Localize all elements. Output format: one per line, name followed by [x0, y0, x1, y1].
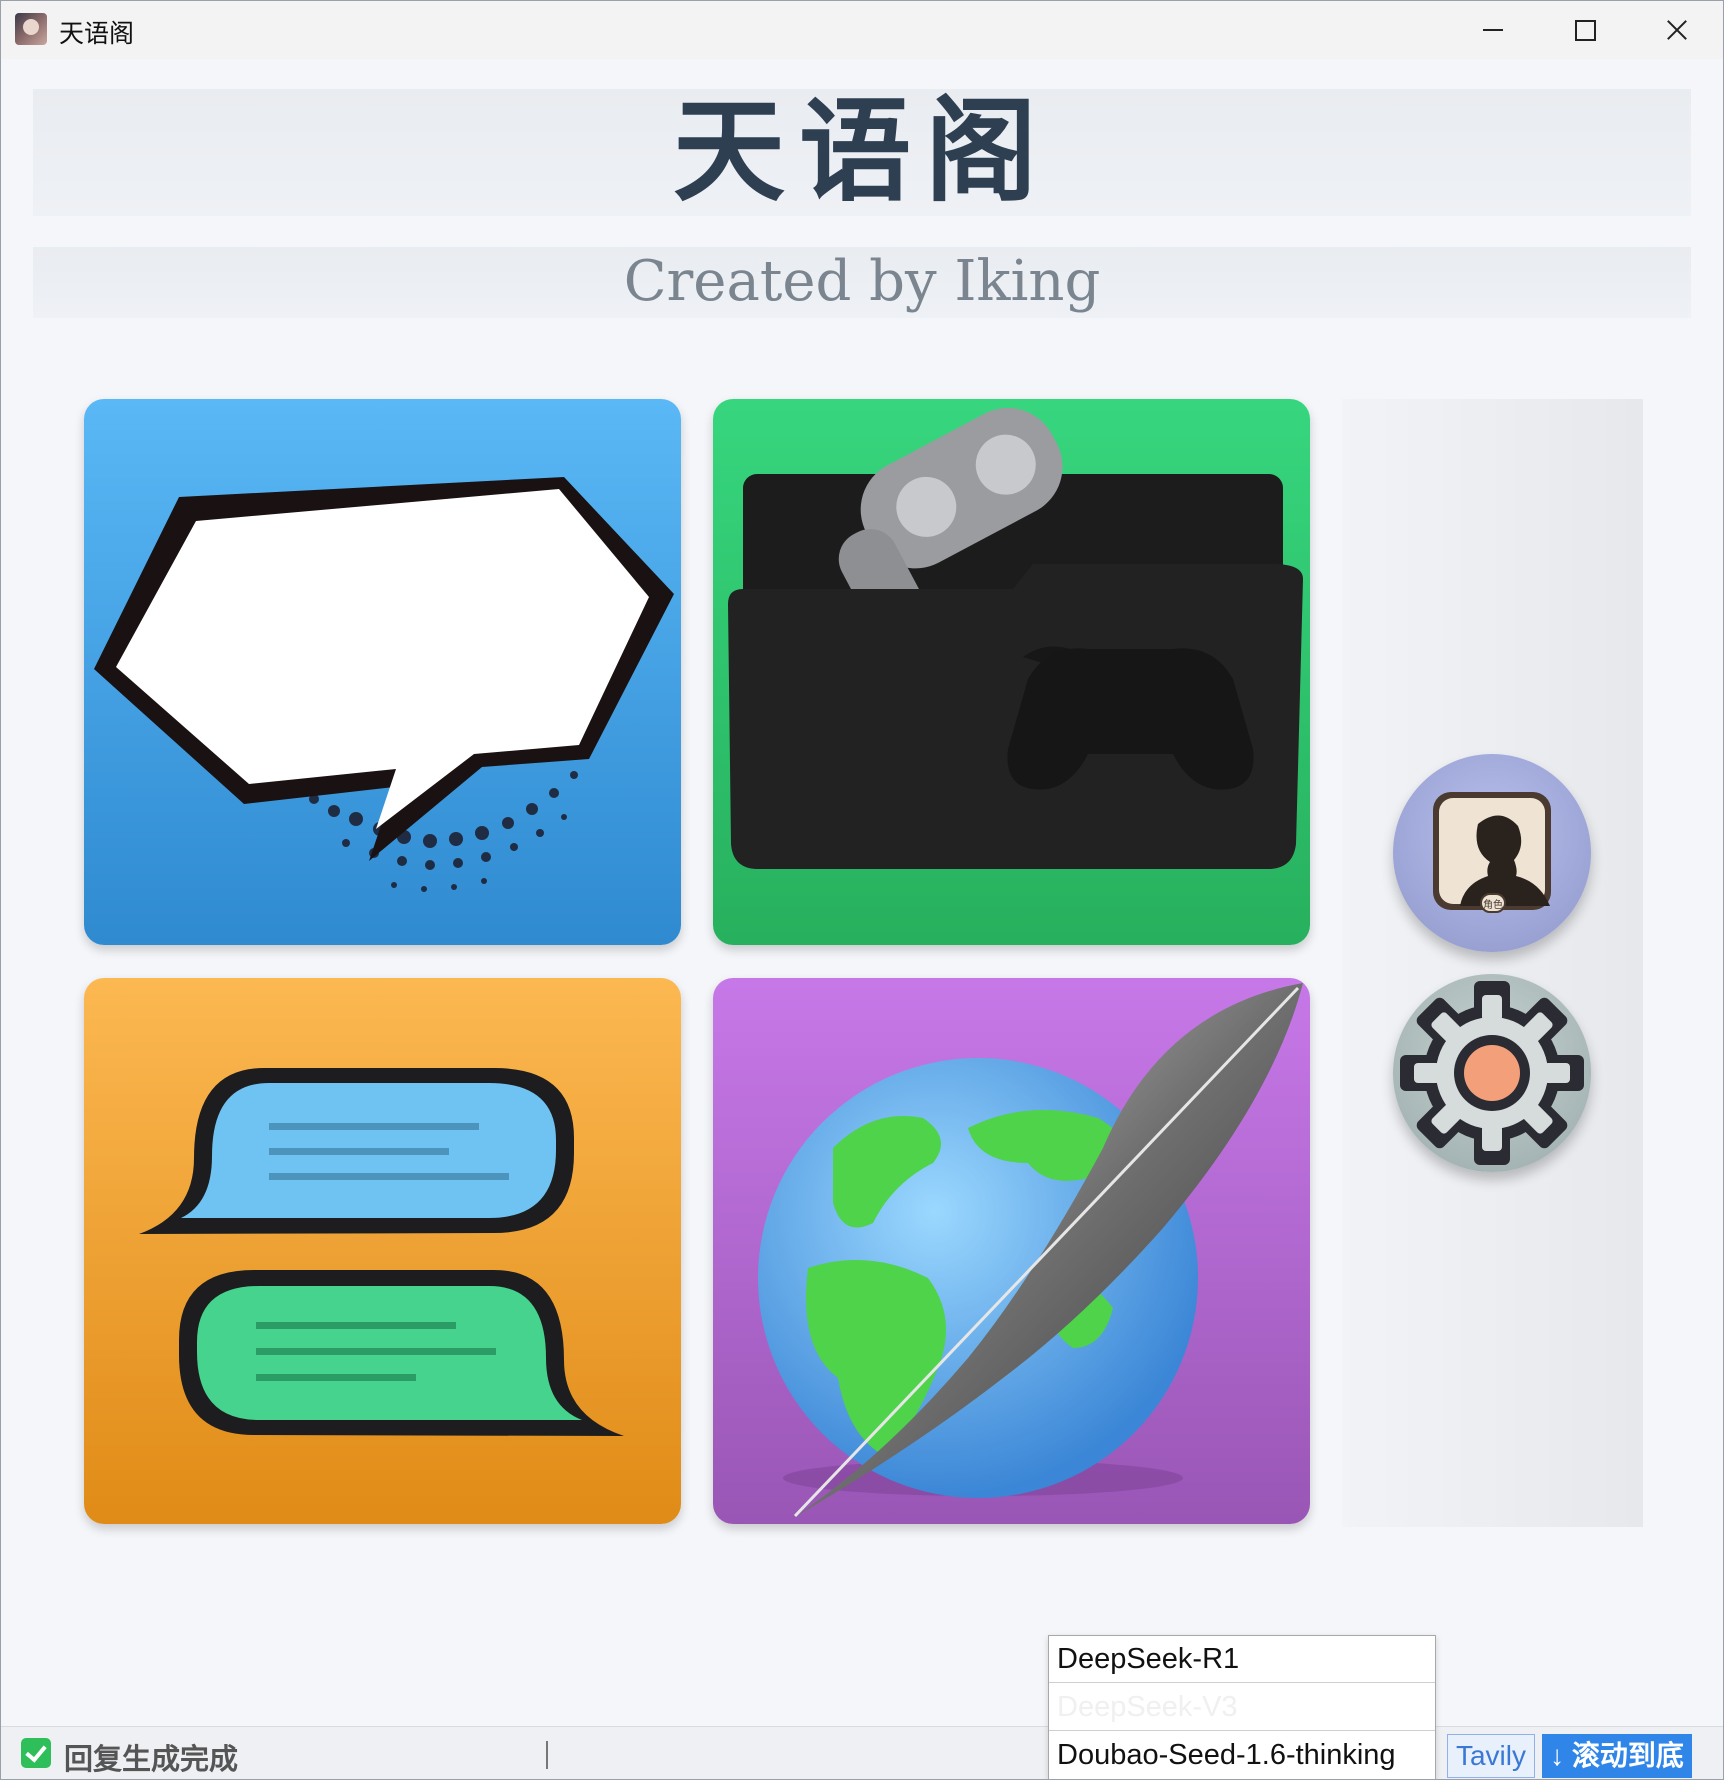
tile-writing[interactable]	[713, 978, 1310, 1524]
tile-conversations[interactable]	[84, 978, 681, 1524]
role-button[interactable]: 角色	[1393, 754, 1591, 952]
minimize-icon	[1483, 29, 1503, 31]
page-title: 天语阁	[673, 87, 1051, 217]
gear-icon	[1400, 981, 1584, 1165]
tile-games[interactable]	[713, 399, 1310, 945]
avatar-app-icon	[15, 13, 47, 45]
model-option[interactable]: DeepSeek-V3	[1049, 1684, 1435, 1731]
role-portrait-icon: 角色	[1433, 792, 1551, 913]
settings-button[interactable]	[1393, 974, 1591, 1172]
comic-speech-bubble-icon	[94, 477, 674, 892]
title-bar[interactable]: 天语阁	[1, 1, 1723, 59]
minimize-button[interactable]	[1447, 1, 1539, 59]
status-text: 回复生成完成	[64, 1744, 239, 1776]
text-cursor	[546, 1741, 548, 1769]
close-icon	[1666, 19, 1688, 41]
check-icon	[21, 1738, 51, 1768]
game-controller-folder-icon	[728, 407, 1303, 869]
close-button[interactable]	[1631, 1, 1723, 59]
maximize-icon	[1574, 19, 1596, 41]
tavily-button[interactable]: Tavily	[1447, 1734, 1535, 1778]
model-option[interactable]: Doubao-Seed-1.6-thinking	[1049, 1732, 1435, 1779]
chat-bubbles-icon	[139, 1068, 624, 1436]
tile-chat[interactable]	[84, 399, 681, 945]
app-window: 天语阁 天语阁 Created by Iking 角色 回复生成完成 DeepS…	[0, 0, 1724, 1780]
side-panel	[1342, 399, 1643, 1527]
scroll-to-bottom-button[interactable]: ↓ 滚动到底	[1542, 1734, 1692, 1778]
model-dropdown-list[interactable]: DeepSeek-R1 DeepSeek-V3 Doubao-Seed-1.6-…	[1048, 1635, 1436, 1779]
model-option[interactable]: DeepSeek-R1	[1049, 1636, 1435, 1683]
role-badge: 角色	[1483, 898, 1503, 911]
page-subtitle: Created by Iking	[623, 249, 1101, 314]
maximize-button[interactable]	[1539, 1, 1631, 59]
globe-quill-icon	[758, 983, 1303, 1518]
window-title: 天语阁	[59, 20, 135, 48]
